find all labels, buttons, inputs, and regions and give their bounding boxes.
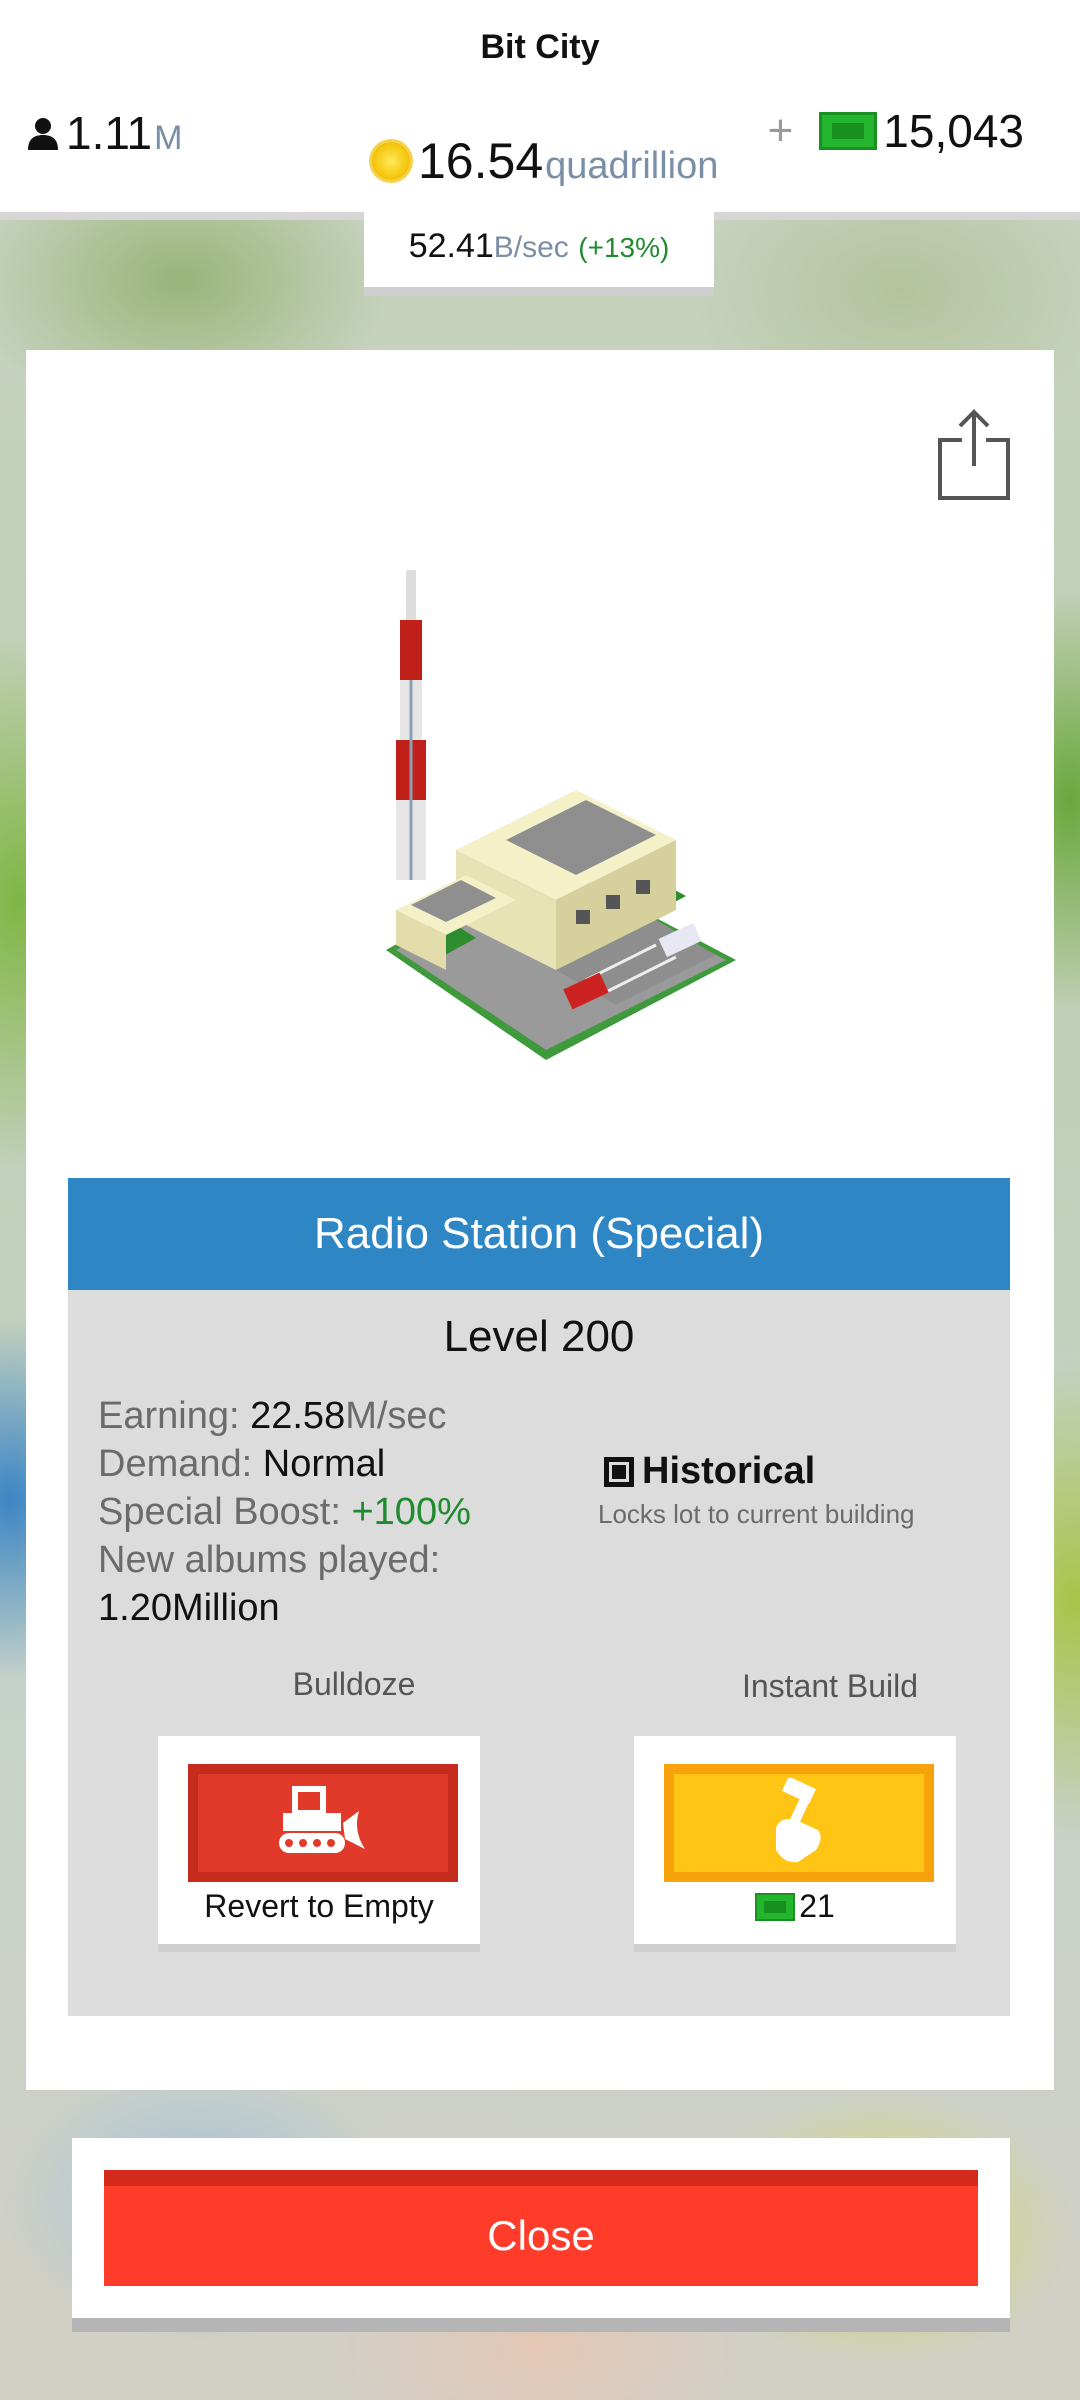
earning-label: Earning: bbox=[98, 1395, 240, 1437]
earning-value: 22.58 bbox=[250, 1395, 346, 1437]
add-cash-button[interactable]: + bbox=[768, 106, 794, 156]
demand-value: Normal bbox=[262, 1443, 386, 1485]
instant-build-cost-value: 21 bbox=[799, 1888, 835, 1924]
albums-label: New albums played: bbox=[98, 1539, 441, 1581]
earning-row: Earning: 22.58M/sec bbox=[98, 1392, 471, 1440]
top-bar: Bit City 1.11 M 16.54 quadrillion + 15,0… bbox=[0, 0, 1080, 220]
coin-icon bbox=[372, 142, 410, 180]
population-unit: M bbox=[154, 119, 183, 157]
boost-value: +100% bbox=[351, 1491, 471, 1533]
earning-unit: M/sec bbox=[345, 1395, 447, 1437]
coin-counter: 16.54 quadrillion bbox=[372, 132, 718, 190]
population-counter: 1.11 M bbox=[26, 106, 182, 160]
albums-value: 1.20Million bbox=[98, 1587, 280, 1629]
population-value: 1.11 bbox=[66, 107, 153, 159]
bulldozer-icon bbox=[279, 1786, 365, 1853]
instant-build-button[interactable] bbox=[664, 1764, 934, 1882]
hammer-hand-icon bbox=[776, 1778, 821, 1863]
demand-label: Demand: bbox=[98, 1443, 253, 1485]
building-level: Level 200 bbox=[443, 1312, 635, 1361]
bulldoze-card: Revert to Empty bbox=[158, 1736, 480, 1952]
historical-label: Historical bbox=[642, 1450, 816, 1492]
instant-build-cost: 21 bbox=[634, 1888, 956, 1925]
bulldoze-caption: Revert to Empty bbox=[204, 1888, 434, 1924]
close-container: Close bbox=[72, 2138, 1010, 2332]
coin-value: 16.54 bbox=[418, 133, 544, 189]
cash-bill-icon bbox=[819, 112, 878, 150]
app-title: Bit City bbox=[480, 28, 600, 66]
share-icon[interactable] bbox=[936, 406, 1012, 502]
historical-toggle[interactable]: Historical Locks lot to current building bbox=[598, 1450, 938, 1530]
instant-build-card: 21 bbox=[634, 1736, 956, 1952]
historical-description: Locks lot to current building bbox=[598, 1499, 915, 1529]
building-stats: Earning: 22.58M/sec Demand: Normal Speci… bbox=[98, 1392, 471, 1632]
boost-row: Special Boost: +100% bbox=[98, 1488, 471, 1536]
radio-station-illustration bbox=[386, 570, 736, 1060]
boost-label: Special Boost: bbox=[98, 1491, 341, 1533]
bulldoze-label: Bulldoze bbox=[292, 1666, 416, 1702]
checkmark-icon bbox=[612, 1464, 626, 1479]
person-icon bbox=[28, 118, 58, 150]
historical-checkbox[interactable] bbox=[604, 1456, 634, 1487]
building-card: Radio Station (Special) Level 200 Earnin… bbox=[26, 350, 1054, 2090]
cash-counter[interactable]: + 15,043 bbox=[768, 104, 1024, 158]
cash-bill-icon bbox=[755, 1892, 796, 1921]
building-name: Radio Station (Special) bbox=[68, 1178, 1010, 1290]
coin-unit: quadrillion bbox=[545, 145, 719, 187]
building-info-panel: Radio Station (Special) Level 200 Earnin… bbox=[68, 1178, 1010, 2016]
close-button[interactable]: Close bbox=[104, 2170, 978, 2286]
demand-row: Demand: Normal bbox=[98, 1440, 471, 1488]
rate-value: 52.41 bbox=[408, 227, 494, 265]
instant-build-label: Instant Build bbox=[741, 1668, 919, 1704]
rate-bonus: (+13%) bbox=[578, 232, 670, 263]
income-rate: 52.41B/sec (+13%) bbox=[364, 210, 714, 296]
bulldoze-button[interactable] bbox=[188, 1764, 458, 1882]
rate-unit: B/sec bbox=[493, 231, 569, 264]
cash-value: 15,043 bbox=[883, 105, 1024, 157]
